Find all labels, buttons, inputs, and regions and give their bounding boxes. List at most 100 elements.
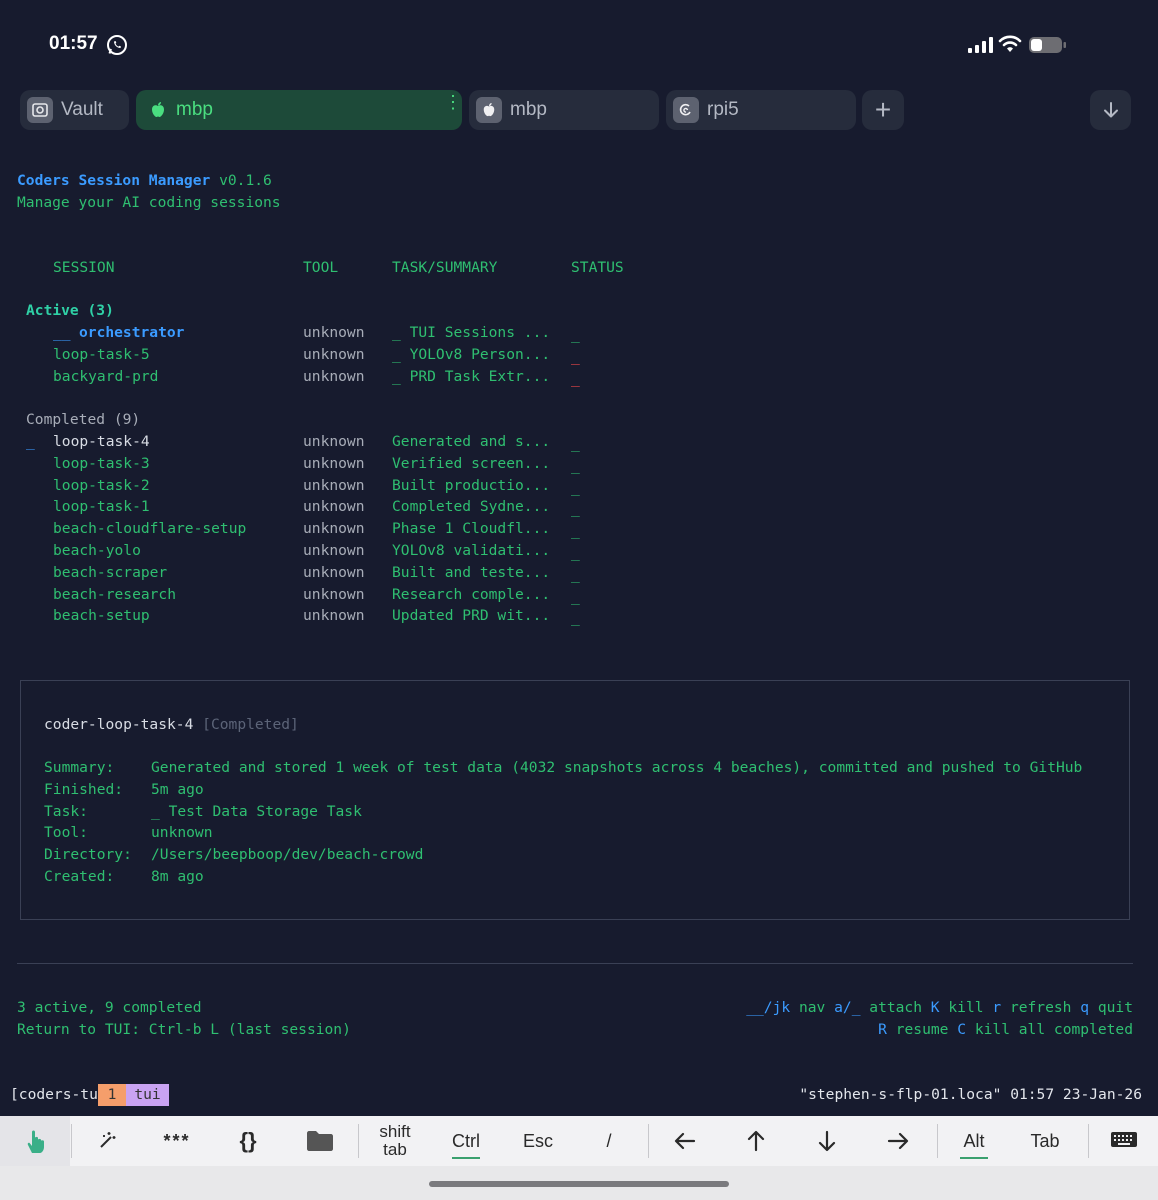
session-row[interactable]: loop-task-1 unknown Completed Sydne... _: [0, 497, 1158, 517]
completed-section-label: Completed (9): [26, 411, 141, 428]
ctrl-indicator: [452, 1157, 480, 1159]
footer-return-hint: Return to TUI: Ctrl-b L (last session): [17, 1021, 351, 1038]
session-status: _: [571, 500, 580, 518]
session-task: _ YOLOv8 Person...: [392, 345, 551, 363]
session-status: _: [571, 544, 580, 561]
folder-icon: [307, 1131, 333, 1151]
session-tool: unknown: [303, 345, 365, 363]
shortcut-help-line-2: R resume C kill all completed: [878, 1020, 1133, 1040]
session-name: loop-task-4: [53, 433, 150, 450]
detail-field-label: Finished:: [44, 780, 124, 798]
alt-key[interactable]: Alt: [939, 1116, 1009, 1166]
status-time: 01:57: [49, 33, 98, 54]
more-options-icon[interactable]: ⋮: [444, 93, 462, 111]
detail-field-label: Created:: [44, 868, 115, 885]
terminal[interactable]: Coders Session Manager v0.1.6 Manage you…: [0, 140, 1158, 1115]
session-row[interactable]: loop-task-5 unknown _ YOLOv8 Person... _: [0, 345, 1158, 365]
magic-button[interactable]: [72, 1116, 142, 1166]
apple-icon: [476, 97, 502, 123]
tmux-window-name[interactable]: tui: [126, 1084, 169, 1106]
whatsapp-icon: [107, 35, 127, 55]
magic-wand-icon: [100, 1132, 116, 1148]
password-button[interactable]: ***: [142, 1116, 212, 1166]
braces-button[interactable]: {}: [212, 1116, 284, 1166]
left-arrow-key[interactable]: [650, 1116, 720, 1166]
session-row[interactable]: _ loop-task-4 unknown Generated and s... _: [0, 432, 1158, 452]
folder-button[interactable]: [284, 1116, 356, 1166]
apple-icon: [148, 97, 168, 123]
session-name: loop-task-3: [53, 454, 150, 472]
detail-field-value: _ Test Data Storage Task: [151, 802, 362, 820]
slash-key[interactable]: /: [574, 1116, 644, 1166]
tab-key[interactable]: Tab: [1009, 1116, 1081, 1166]
tmux-host-clock: "stephen-s-flp-01.loca" 01:57 23-Jan-26: [799, 1086, 1142, 1103]
touch-mode-button[interactable]: [0, 1116, 70, 1166]
session-tool: unknown: [303, 476, 365, 494]
detail-field-label: Task:: [44, 802, 88, 820]
scroll-down-button[interactable]: [1090, 90, 1131, 130]
selection-marker: __: [53, 324, 71, 341]
shortcut-key: q: [1080, 999, 1090, 1016]
tab-label: mbp: [510, 99, 547, 120]
session-name: backyard-prd: [53, 367, 159, 385]
session-row[interactable]: beach-setup unknown Updated PRD wit... _: [0, 606, 1158, 626]
up-arrow-key[interactable]: [720, 1116, 792, 1166]
session-row[interactable]: beach-research unknown Research comple... _: [0, 585, 1158, 605]
home-indicator[interactable]: [429, 1181, 729, 1187]
shift-tab-label-1: shift: [379, 1122, 411, 1141]
session-row[interactable]: __ orchestrator unknown _ TUI Sessions ... _: [0, 323, 1158, 343]
session-name: beach-cloudflare-setup: [53, 520, 247, 538]
session-name: beach-research: [53, 585, 177, 603]
shortcut-key: K: [930, 999, 940, 1016]
session-row[interactable]: loop-task-2 unknown Built productio... _: [0, 476, 1158, 496]
shortcut-key: r: [992, 999, 1002, 1016]
session-name: beach-yolo: [53, 542, 141, 559]
keyboard-toggle-button[interactable]: [1090, 1116, 1158, 1166]
plus-icon: +: [874, 94, 892, 125]
esc-key[interactable]: Esc: [502, 1116, 574, 1166]
session-row[interactable]: beach-cloudflare-setup unknown Phase 1 Clo…: [0, 519, 1158, 539]
tmux-window-number[interactable]: 1: [98, 1084, 126, 1106]
shortcut-key: R: [878, 1021, 887, 1038]
session-status: _: [571, 609, 580, 627]
active-section-label: Active (3): [26, 302, 114, 319]
tmux-status-bar: [coders-tu 1 tui "stephen-s-flp-01.loca"…: [0, 1084, 1158, 1106]
wifi-icon: [998, 35, 1022, 52]
tab-vault[interactable]: Vault: [20, 90, 129, 130]
right-arrow-key[interactable]: [862, 1116, 934, 1166]
tab-rpi5[interactable]: rpi5: [666, 90, 856, 130]
shortcut-desc: kill all completed: [974, 1021, 1133, 1038]
shortcut-desc: resume: [895, 1021, 949, 1038]
tab-mbp[interactable]: mbp: [469, 90, 659, 130]
session-row[interactable]: beach-scraper unknown Built and teste... _: [0, 563, 1158, 583]
session-task: Research comple...: [392, 585, 551, 603]
session-tool: unknown: [303, 607, 365, 625]
shortcut-desc: kill: [948, 999, 984, 1016]
session-row[interactable]: beach-yolo unknown YOLOv8 validati... _: [0, 541, 1158, 561]
app-subtitle: Manage your AI coding sessions: [17, 194, 281, 211]
alt-label: Alt: [963, 1130, 985, 1151]
session-tool: unknown: [303, 498, 365, 516]
header-session: SESSION: [53, 259, 115, 276]
ctrl-key[interactable]: Ctrl: [430, 1116, 502, 1166]
down-arrow-icon: [818, 1130, 836, 1152]
session-task: Verified screen...: [392, 454, 551, 472]
right-arrow-icon: [887, 1132, 909, 1150]
detail-field-value: 8m ago: [151, 868, 204, 885]
session-status: _: [571, 522, 580, 540]
divider: [17, 963, 1133, 964]
session-name: beach-setup: [53, 607, 150, 625]
shift-tab-button[interactable]: shift tab: [360, 1116, 430, 1166]
keyboard-icon: [1111, 1132, 1137, 1147]
session-row[interactable]: loop-task-3 unknown Verified screen... _: [0, 454, 1158, 474]
down-arrow-key[interactable]: [792, 1116, 862, 1166]
status-bar: 01:57: [0, 0, 1158, 80]
tab-mbp-active[interactable]: mbp ⋮: [136, 90, 462, 130]
session-row[interactable]: backyard-prd unknown _ PRD Task Extr... _: [0, 367, 1158, 387]
detail-title-line: coder-loop-task-4 [Completed]: [44, 715, 299, 735]
shortcut-desc: quit: [1097, 999, 1133, 1016]
tab-label: Vault: [61, 99, 103, 120]
session-task: Updated PRD wit...: [392, 607, 551, 625]
session-name: beach-scraper: [53, 563, 168, 581]
add-tab-button[interactable]: +: [862, 90, 904, 130]
